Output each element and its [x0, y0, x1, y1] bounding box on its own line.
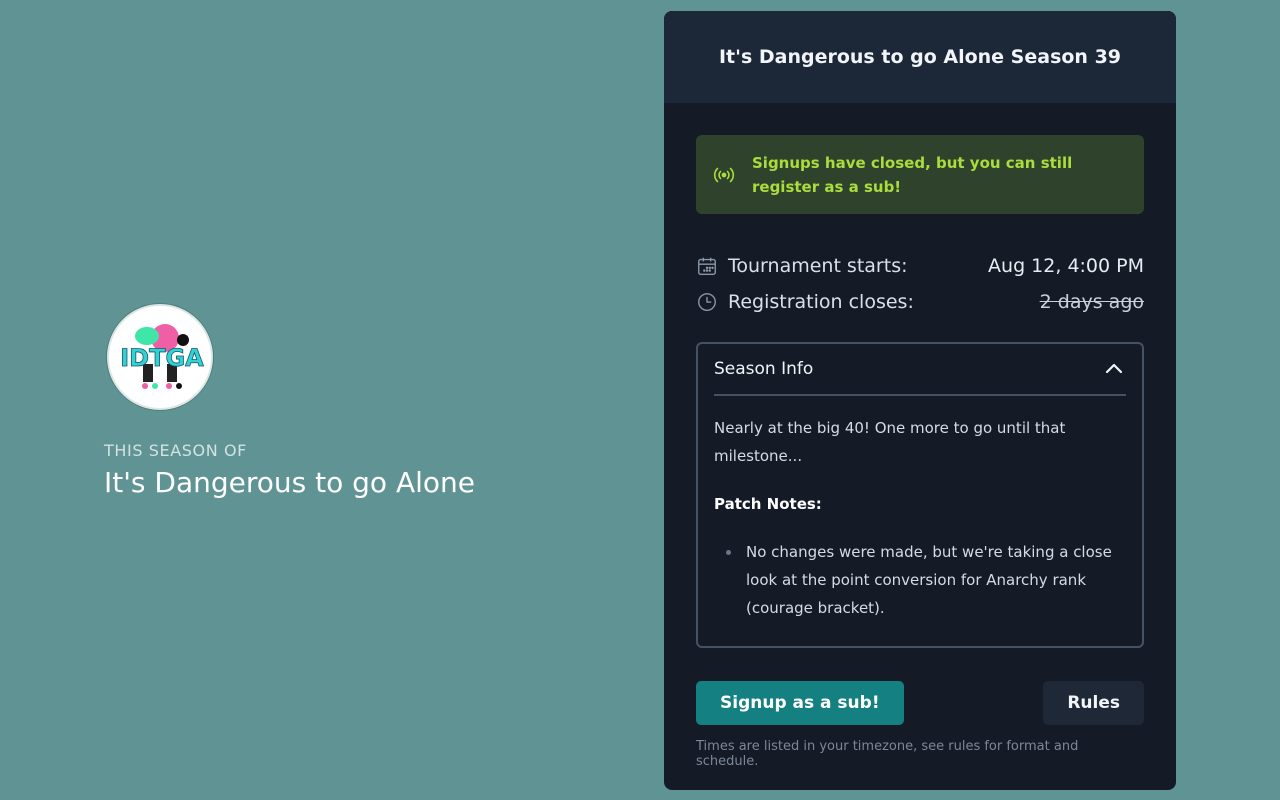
logo-text: IDTGA — [120, 344, 204, 372]
chevron-up-icon[interactable] — [1102, 357, 1126, 381]
season-info-header[interactable]: Season Info — [714, 344, 1126, 396]
card-body: Signups have closed, but you can still r… — [664, 103, 1176, 769]
registration-close-value: 2 days ago — [1039, 291, 1144, 313]
card-actions: Signup as a sub! Rules — [696, 681, 1144, 725]
registration-close-label: Registration closes: — [728, 291, 914, 313]
season-info-content: Nearly at the big 40! One more to go unt… — [714, 396, 1126, 622]
season-title: It's Dangerous to go Alone Season 39 — [718, 46, 1122, 68]
season-info-title: Season Info — [714, 359, 814, 379]
alert-message: Signups have closed, but you can still r… — [752, 153, 1073, 196]
organization-panel: IDTGA THIS SEASON OF It's Dangerous to g… — [104, 304, 604, 499]
card-header: It's Dangerous to go Alone Season 39 — [664, 11, 1176, 103]
rules-button[interactable]: Rules — [1043, 681, 1144, 725]
season-info-accordion: Season Info Nearly at the big 40! One mo… — [696, 342, 1144, 648]
registration-close-row: Registration closes: 2 days ago — [696, 284, 1144, 320]
schedule-info: Tournament starts: Aug 12, 4:00 PM Regis… — [696, 248, 1144, 320]
season-eyebrow: THIS SEASON OF — [104, 441, 247, 460]
clock-icon — [698, 293, 716, 311]
signup-status-alert: Signups have closed, but you can still r… — [696, 135, 1144, 214]
season-card: It's Dangerous to go Alone Season 39 Sig… — [664, 11, 1176, 790]
signup-sub-button[interactable]: Signup as a sub! — [696, 681, 904, 725]
tournament-start-value: Aug 12, 4:00 PM — [988, 255, 1144, 277]
patch-notes-title: Patch Notes: — [714, 495, 822, 513]
broadcast-icon — [713, 167, 735, 182]
org-logo: IDTGA — [107, 304, 213, 410]
organization-name: It's Dangerous to go Alone — [104, 466, 475, 499]
tournament-start-row: Tournament starts: Aug 12, 4:00 PM — [696, 248, 1144, 284]
tournament-start-label: Tournament starts: — [728, 255, 908, 277]
season-intro: Nearly at the big 40! One more to go unt… — [714, 419, 1066, 465]
calendar-icon — [698, 257, 716, 275]
patch-note-item: No changes were made, but we're taking a… — [726, 538, 1126, 622]
patch-notes-list: No changes were made, but we're taking a… — [714, 538, 1126, 622]
timezone-footnote: Times are listed in your timezone, see r… — [696, 739, 1079, 769]
